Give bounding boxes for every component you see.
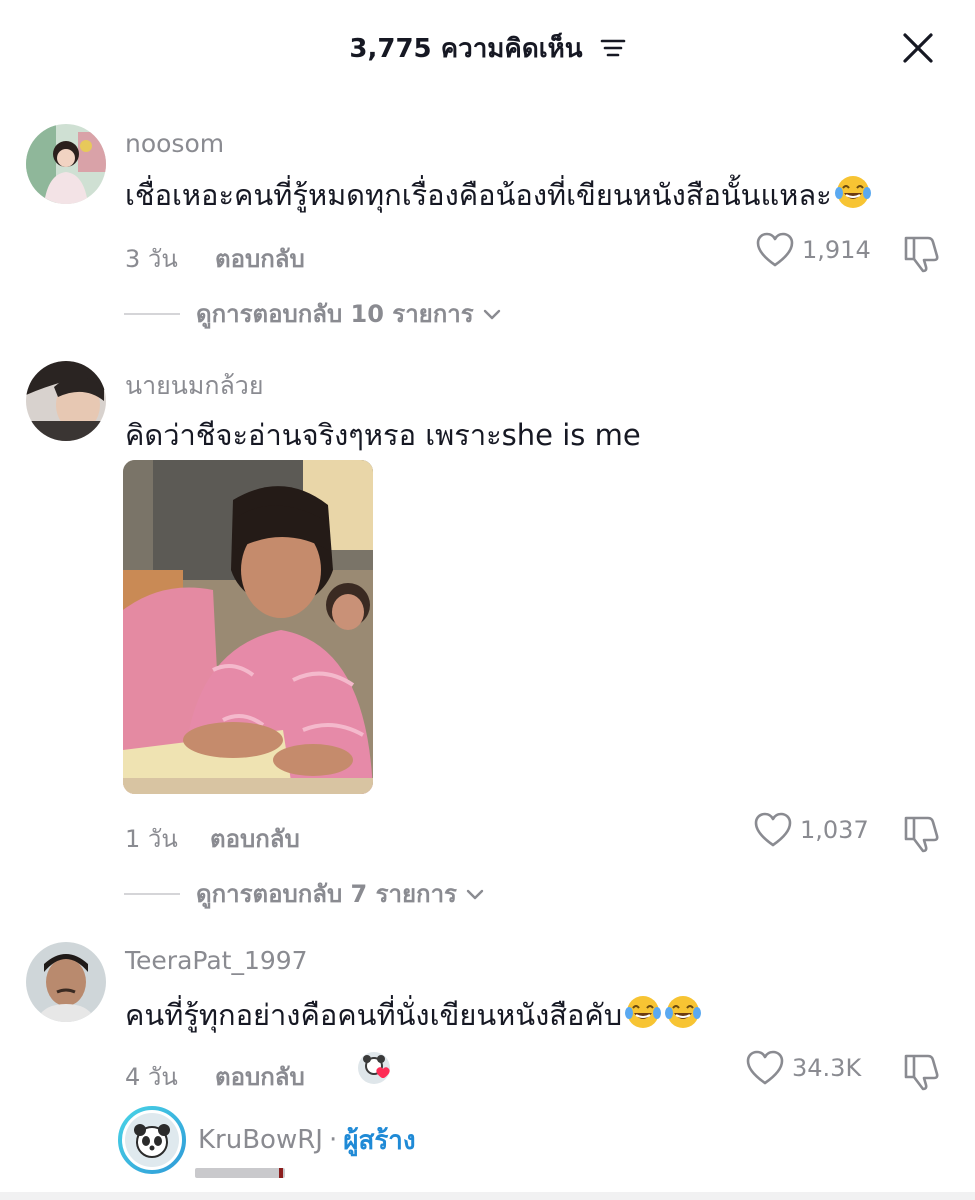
comment-time: 4 วัน (125, 1063, 178, 1091)
close-icon[interactable] (896, 26, 940, 70)
reply-button[interactable]: ตอบกลับ (215, 239, 305, 278)
heart-icon (746, 1050, 784, 1085)
comment-time: 3 วัน (125, 245, 178, 273)
chevron-down-icon (483, 309, 500, 319)
dislike-icon[interactable] (900, 812, 942, 854)
comment-text: คนที่รู้ทุกอย่างคือคนที่นั่งเขียนหนังสือ… (125, 992, 702, 1038)
divider-line (124, 312, 180, 315)
comments-count-label: 3,775 ความคิดเห็น (349, 34, 583, 64)
like-button[interactable]: 34.3K (746, 1050, 861, 1086)
creator-avatar[interactable] (118, 1106, 186, 1174)
comments-count-title: 3,775 ความคิดเห็น (0, 28, 975, 69)
reply-button[interactable]: ตอบกลับ (210, 819, 300, 858)
chevron-down-icon (466, 889, 484, 899)
view-replies-label: ดูการตอบกลับ 10 รายการ (196, 300, 474, 328)
comments-header: 3,775 ความคิดเห็น (0, 0, 975, 96)
like-count: 1,037 (800, 816, 869, 844)
avatar[interactable] (26, 942, 106, 1022)
face-with-tears-of-joy-icon (625, 996, 662, 1028)
comment-text: คิดว่าชีจะอ่านจริงๆหรอ เพราะshe is me (125, 418, 641, 452)
like-button[interactable]: 1,037 (754, 812, 869, 848)
dislike-icon[interactable] (900, 1050, 942, 1092)
view-replies-label: ดูการตอบกลับ 7 รายการ (196, 880, 457, 908)
face-with-tears-of-joy-icon (665, 996, 702, 1028)
separator-dot: · (328, 1125, 338, 1155)
creator-liked-icon (358, 1052, 390, 1084)
creator-username[interactable]: KruBowRJ (198, 1125, 323, 1155)
creator-badge: ผู้สร้าง (343, 1125, 416, 1156)
creator-reply: KruBowRJ · ผู้สร้าง (118, 1106, 416, 1174)
comment-username[interactable]: นายนมกล้วย (125, 366, 264, 406)
avatar[interactable] (26, 124, 106, 204)
reply-button[interactable]: ตอบกลับ (215, 1057, 305, 1096)
like-count: 34.3K (792, 1054, 862, 1082)
divider-line (124, 892, 180, 895)
avatar[interactable] (26, 361, 106, 441)
comment-time: 1 วัน (125, 825, 178, 853)
like-count: 1,914 (802, 236, 871, 264)
view-replies-button[interactable]: ดูการตอบกลับ 10 รายการ (124, 294, 504, 333)
comment-username[interactable]: TeeraPat_1997 (125, 946, 308, 975)
comment-text: เชื่อเหอะคนที่รู้หมดทุกเรื่องคือน้องที่เ… (125, 172, 872, 218)
heart-icon (756, 232, 794, 267)
sort-filter-icon[interactable] (600, 37, 626, 59)
comment-body: คนที่รู้ทุกอย่างคือคนที่นั่งเขียนหนังสือ… (125, 998, 623, 1032)
bottom-divider (0, 1192, 975, 1200)
dislike-icon[interactable] (900, 232, 942, 274)
heart-icon (754, 812, 792, 847)
comment-photo[interactable] (123, 460, 373, 794)
like-button[interactable]: 1,914 (756, 232, 871, 268)
comment-body: เชื่อเหอะคนที่รู้หมดทุกเรื่องคือน้องที่เ… (125, 178, 832, 212)
face-with-tears-of-joy-icon (834, 176, 871, 208)
comment-username[interactable]: noosom (125, 129, 224, 158)
creator-reply-preview-bar (195, 1168, 285, 1178)
view-replies-button[interactable]: ดูการตอบกลับ 7 รายการ (124, 874, 487, 913)
